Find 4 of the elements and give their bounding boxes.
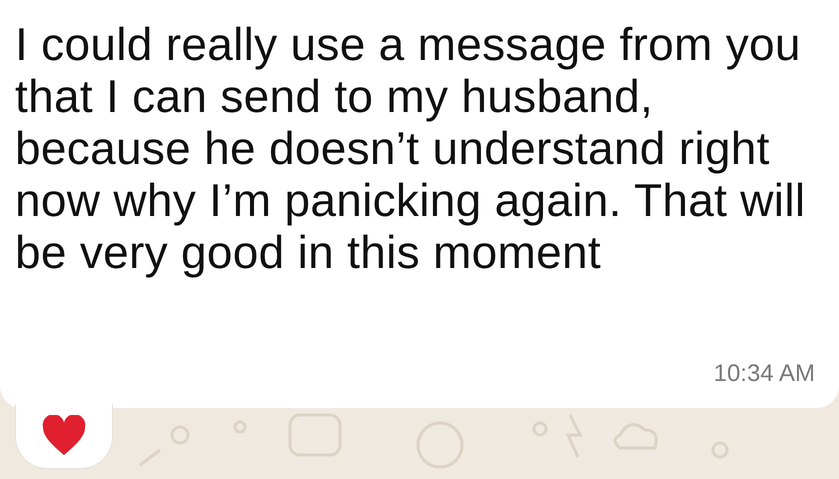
message-text: I could really use a message from you that I can send to my husband, because he doesn’t understand right now why I’m panicking again. That will be very good in this moment: [15, 18, 806, 278]
heart-icon: [41, 415, 87, 457]
message-time: 10:34 AM: [714, 360, 815, 388]
reaction-pill[interactable]: [15, 404, 113, 469]
